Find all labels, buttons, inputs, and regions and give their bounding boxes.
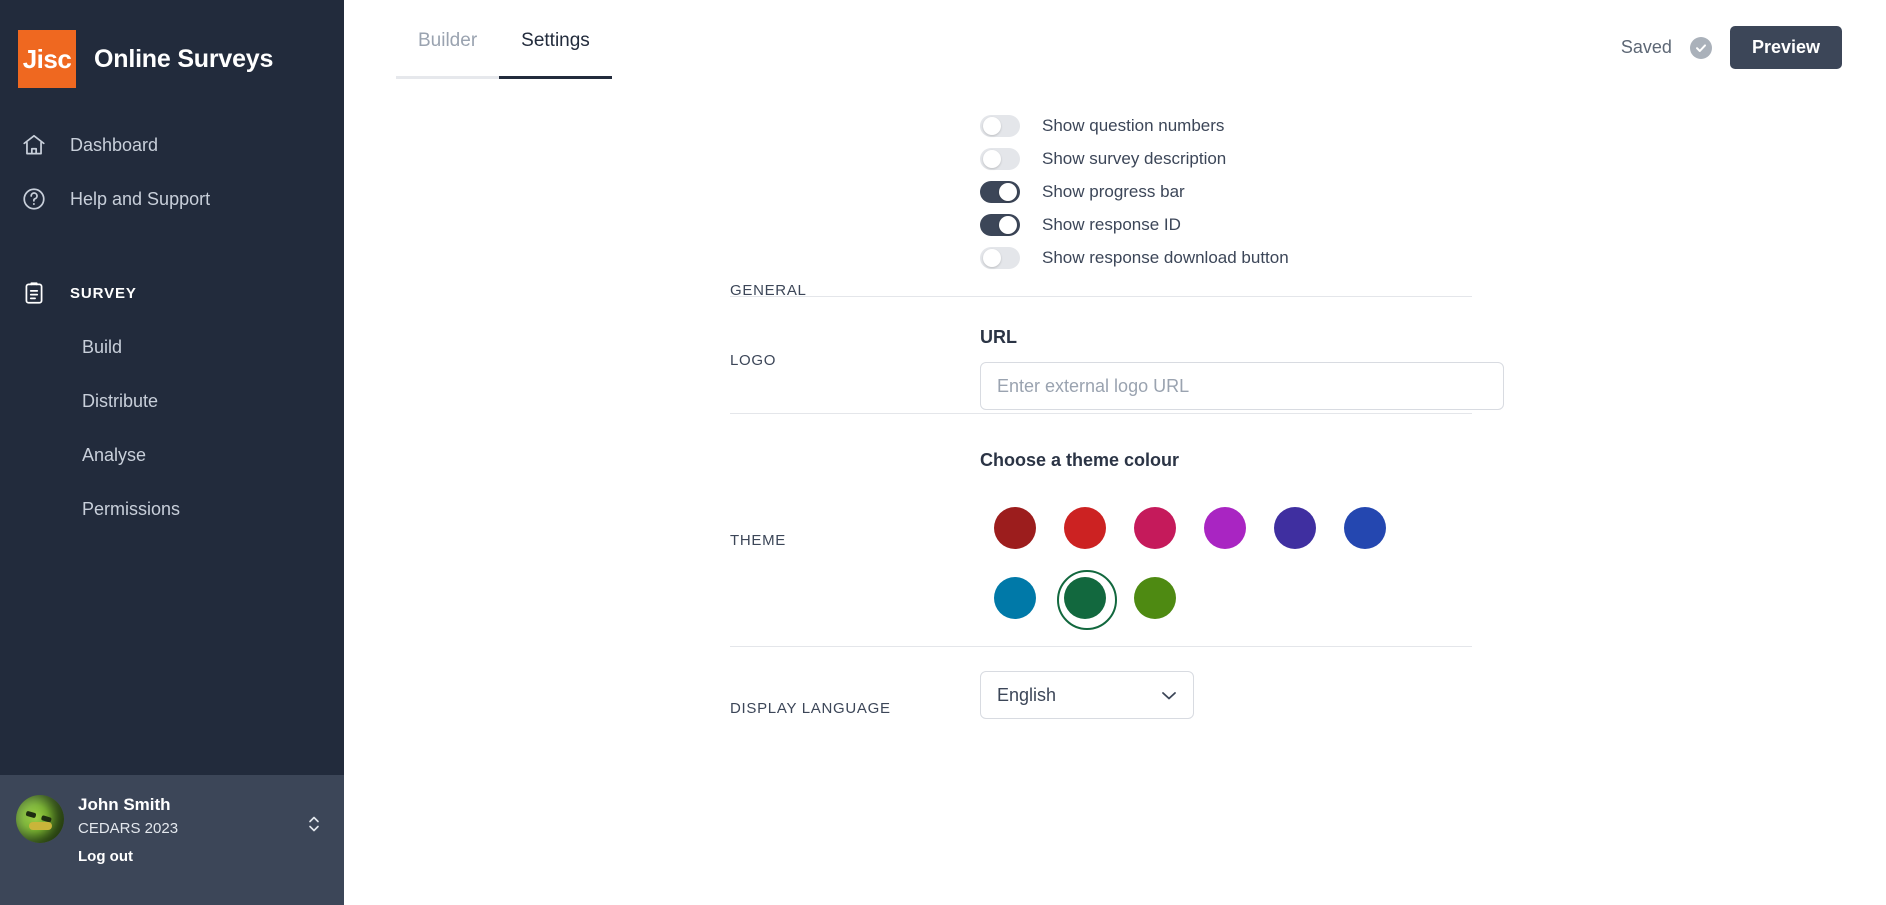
toggle-row: Show response ID: [980, 209, 1289, 241]
section-logo: LOGO URL: [344, 297, 1886, 413]
toggle-label: Show question numbers: [1042, 116, 1225, 135]
tab-settings[interactable]: Settings: [499, 0, 612, 79]
survey-subnav: Build Distribute Analyse Permissions: [0, 320, 344, 536]
toggle-show-response-id[interactable]: [980, 214, 1020, 236]
sidebar-item-help-and-support[interactable]: Help and Support: [0, 172, 344, 226]
toggle-label: Show response download button: [1042, 248, 1289, 267]
jisc-logo-icon: Jisc: [18, 30, 76, 88]
sidebar-item-build[interactable]: Build: [0, 320, 344, 374]
account-switcher-button[interactable]: [306, 795, 328, 839]
user-organisation: CEDARS 2023: [78, 820, 179, 837]
question-circle-icon: [18, 186, 50, 212]
section-label-logo: LOGO: [730, 352, 777, 369]
toggle-row: Show progress bar: [980, 176, 1289, 208]
language-field: English: [980, 671, 1194, 719]
theme-swatch-cell: [1050, 493, 1120, 563]
topbar-actions: Saved Preview: [1621, 26, 1842, 69]
toggle-show-progress-bar[interactable]: [980, 181, 1020, 203]
avatar: [16, 795, 64, 843]
sidebar-item-permissions[interactable]: Permissions: [0, 482, 344, 536]
brand[interactable]: Jisc Online Surveys: [0, 0, 344, 96]
sidebar-section-survey[interactable]: SURVEY: [0, 266, 344, 320]
sidebar: Jisc Online Surveys Dashboard Help and S…: [0, 0, 344, 905]
theme-swatch-olive[interactable]: [1134, 577, 1176, 619]
toggle-show-survey-description[interactable]: [980, 148, 1020, 170]
theme-swatch-dark-red[interactable]: [994, 507, 1036, 549]
user-meta: John Smith CEDARS 2023 Log out: [78, 795, 306, 871]
user-account-panel[interactable]: John Smith CEDARS 2023 Log out: [0, 775, 344, 905]
theme-swatch-cell: [980, 563, 1050, 633]
toggle-label: Show survey description: [1042, 149, 1227, 168]
user-name: John Smith: [78, 795, 171, 814]
theme-swatch-cell: [1260, 493, 1330, 563]
theme-swatch-red[interactable]: [1064, 507, 1106, 549]
theme-swatch-grid: [980, 493, 1460, 633]
saved-status-label: Saved: [1620, 37, 1672, 57]
theme-swatch-magenta[interactable]: [1204, 507, 1246, 549]
topbar: Builder Settings Saved Preview: [344, 0, 1886, 86]
theme-swatch-cell: [1120, 563, 1190, 633]
theme-swatch-indigo[interactable]: [1274, 507, 1316, 549]
theme-swatch-cell: [1120, 493, 1190, 563]
primary-nav: Dashboard Help and Support: [0, 118, 344, 226]
check-circle-icon: [1689, 36, 1712, 59]
main-content: Builder Settings Saved Preview GENERAL S…: [344, 0, 1886, 905]
preview-button[interactable]: Preview: [1729, 26, 1842, 69]
toggle-show-response-download-button[interactable]: [980, 247, 1020, 269]
theme-picker-title: Choose a theme colour: [980, 450, 1180, 470]
logo-fields: URL: [980, 327, 1504, 410]
toggle-row: Show response download button: [980, 242, 1289, 274]
section-label-display-language: DISPLAY LANGUAGE: [730, 700, 891, 717]
home-icon: [18, 132, 50, 158]
brand-title: Online Surveys: [94, 44, 274, 73]
theme-swatch-cell: [1330, 493, 1400, 563]
clipboard-icon: [18, 280, 50, 306]
section-general: GENERAL Show question numbers Show surve…: [344, 86, 1886, 299]
theme-swatch-crimson[interactable]: [1134, 507, 1176, 549]
theme-swatch-cell: [980, 493, 1050, 563]
toggle-row: Show question numbers: [980, 110, 1289, 142]
section-label-theme: THEME: [730, 532, 786, 549]
section-display-language: DISPLAY LANGUAGE English: [344, 647, 1886, 757]
theme-swatch-blue[interactable]: [1344, 507, 1386, 549]
toggle-row: Show survey description: [980, 143, 1289, 175]
sidebar-item-label: Dashboard: [70, 134, 159, 155]
sidebar-item-distribute[interactable]: Distribute: [0, 374, 344, 428]
tab-builder[interactable]: Builder: [396, 0, 500, 79]
sidebar-item-label: Help and Support: [70, 188, 211, 209]
sidebar-section-label: SURVEY: [70, 284, 137, 302]
app-root: Jisc Online Surveys Dashboard Help and S…: [0, 0, 1886, 905]
settings-content: GENERAL Show question numbers Show surve…: [344, 86, 1886, 757]
sidebar-item-analyse[interactable]: Analyse: [0, 428, 344, 482]
toggle-label: Show progress bar: [1042, 182, 1185, 201]
toggle-show-question-numbers[interactable]: [980, 115, 1020, 137]
tab-bar: Builder Settings: [396, 0, 612, 79]
toggle-label: Show response ID: [1042, 215, 1181, 234]
theme-swatch-cell: [1190, 493, 1260, 563]
theme-swatch-green[interactable]: [1057, 570, 1117, 630]
display-language-select[interactable]: English: [980, 671, 1194, 719]
theme-picker: Choose a theme colour: [980, 450, 1460, 633]
theme-swatch-teal-blue[interactable]: [994, 577, 1036, 619]
sidebar-item-dashboard[interactable]: Dashboard: [0, 118, 344, 172]
logo-url-input[interactable]: [980, 362, 1504, 410]
logout-link[interactable]: Log out: [78, 843, 306, 871]
logo-url-label: URL: [980, 327, 1017, 347]
general-toggle-list: Show question numbers Show survey descri…: [980, 110, 1289, 275]
theme-swatch-cell: [1050, 563, 1120, 633]
section-theme: THEME Choose a theme colour: [344, 414, 1886, 646]
